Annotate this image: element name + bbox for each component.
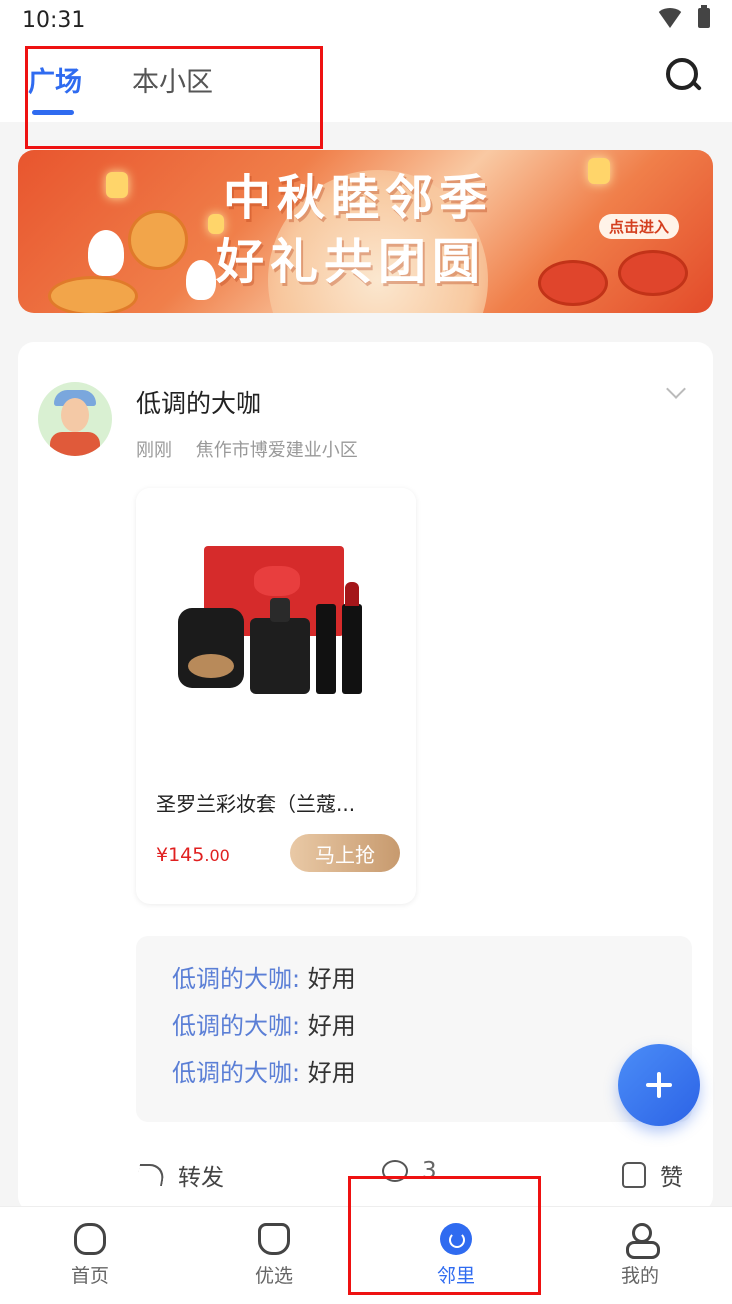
banner-title-line2: 好礼共团圆 <box>216 234 487 290</box>
rabbit-illustration <box>88 230 124 276</box>
nav-label-neighbor: 邻里 <box>436 1265 475 1287</box>
chevron-down-icon[interactable] <box>666 379 686 399</box>
avatar-head <box>61 398 89 432</box>
promo-banner[interactable]: 中秋睦邻季 好礼共团圆 点击进入 <box>18 150 713 313</box>
nav-item-mine[interactable]: 我的 <box>580 1223 700 1288</box>
comment-item: 低调的大咖: 好用 <box>172 1003 692 1050</box>
comment-count: 3 <box>422 1158 437 1184</box>
user-icon <box>624 1223 660 1259</box>
crab-illustration <box>538 260 608 306</box>
comment-icon <box>382 1160 408 1182</box>
comment-button[interactable]: 3 <box>382 1158 437 1184</box>
buy-now-button[interactable]: 马上抢 <box>290 834 400 872</box>
comment-item: 低调的大咖: 好用 <box>172 956 692 1003</box>
comment-text: 好用 <box>300 965 356 993</box>
nav-label-mine: 我的 <box>620 1265 659 1287</box>
product-price-main: ¥145 <box>156 844 205 866</box>
avatar-body <box>50 432 100 456</box>
post-location: 焦作市博爱建业小区 <box>195 440 358 461</box>
mooncake-illustration <box>128 210 188 270</box>
share-icon <box>136 1164 166 1186</box>
lipstick-graphic <box>316 604 336 694</box>
status-time: 10:31 <box>22 8 86 33</box>
tab-square[interactable]: 广场 <box>28 60 82 99</box>
bottom-navigation: 首页 优选 邻里 我的 <box>0 1206 732 1304</box>
wifi-icon <box>656 8 684 28</box>
nav-label-select: 优选 <box>254 1265 293 1287</box>
lantern-icon <box>588 158 610 184</box>
product-card[interactable]: 圣罗兰彩妆套（兰蔻... ¥145.00 马上抢 <box>136 488 416 904</box>
like-label: 赞 <box>660 1165 683 1191</box>
share-label: 转发 <box>178 1165 224 1191</box>
mooncake-illustration <box>48 276 138 313</box>
battery-icon <box>698 5 710 28</box>
bag-icon <box>258 1223 290 1255</box>
post-meta: 刚刚 焦作市博爱建业小区 <box>136 436 358 462</box>
comment-author[interactable]: 低调的大咖: <box>172 965 300 993</box>
product-name: 圣罗兰彩妆套（兰蔻... <box>156 792 356 816</box>
comment-text: 好用 <box>300 1059 356 1087</box>
product-price-cents: .00 <box>204 846 230 865</box>
product-image <box>136 488 416 770</box>
search-icon-handle <box>692 81 702 91</box>
neighbor-icon <box>440 1223 472 1255</box>
avatar[interactable] <box>38 382 112 456</box>
nav-item-select[interactable]: 优选 <box>214 1223 334 1288</box>
comment-author[interactable]: 低调的大咖: <box>172 1012 300 1040</box>
nav-label-home: 首页 <box>70 1265 109 1287</box>
post-card: 低调的大咖 刚刚 焦作市博爱建业小区 圣罗兰彩妆套（兰蔻... ¥145.00 … <box>18 342 713 1212</box>
comment-text: 好用 <box>300 1012 356 1040</box>
perfume-bottle-graphic <box>250 598 310 694</box>
nav-item-neighbor[interactable]: 邻里 <box>396 1223 516 1288</box>
status-icons <box>656 5 710 28</box>
comment-author[interactable]: 低调的大咖: <box>172 1059 300 1087</box>
nav-item-home[interactable]: 首页 <box>30 1223 150 1288</box>
status-bar: 10:31 <box>0 0 732 40</box>
share-button[interactable]: 转发 <box>136 1158 224 1192</box>
search-button[interactable] <box>666 58 704 96</box>
like-button[interactable]: 赞 <box>622 1158 683 1192</box>
comment-item: 低调的大咖: 好用 <box>172 1050 692 1097</box>
banner-title-line1: 中秋睦邻季 <box>223 170 494 226</box>
active-tab-indicator <box>32 110 74 115</box>
post-time: 刚刚 <box>136 440 172 461</box>
crab-illustration <box>618 250 688 296</box>
home-icon <box>74 1223 106 1255</box>
add-post-button[interactable] <box>618 1044 700 1126</box>
tab-my-community[interactable]: 本小区 <box>132 60 213 99</box>
post-author-name[interactable]: 低调的大咖 <box>136 384 261 420</box>
rabbit-illustration <box>186 260 216 300</box>
post-actions: 转发 3 赞 <box>18 1158 713 1202</box>
top-navigation: 广场 本小区 <box>0 40 732 122</box>
lantern-icon <box>106 172 128 198</box>
thumbs-up-icon <box>622 1162 646 1188</box>
comments-box: 低调的大咖: 好用 低调的大咖: 好用 低调的大咖: 好用 <box>136 936 692 1122</box>
product-price: ¥145.00 <box>156 844 230 866</box>
cushion-compact-graphic <box>178 608 244 688</box>
banner-enter-button[interactable]: 点击进入 <box>598 214 679 239</box>
lipstick-graphic <box>342 582 362 694</box>
